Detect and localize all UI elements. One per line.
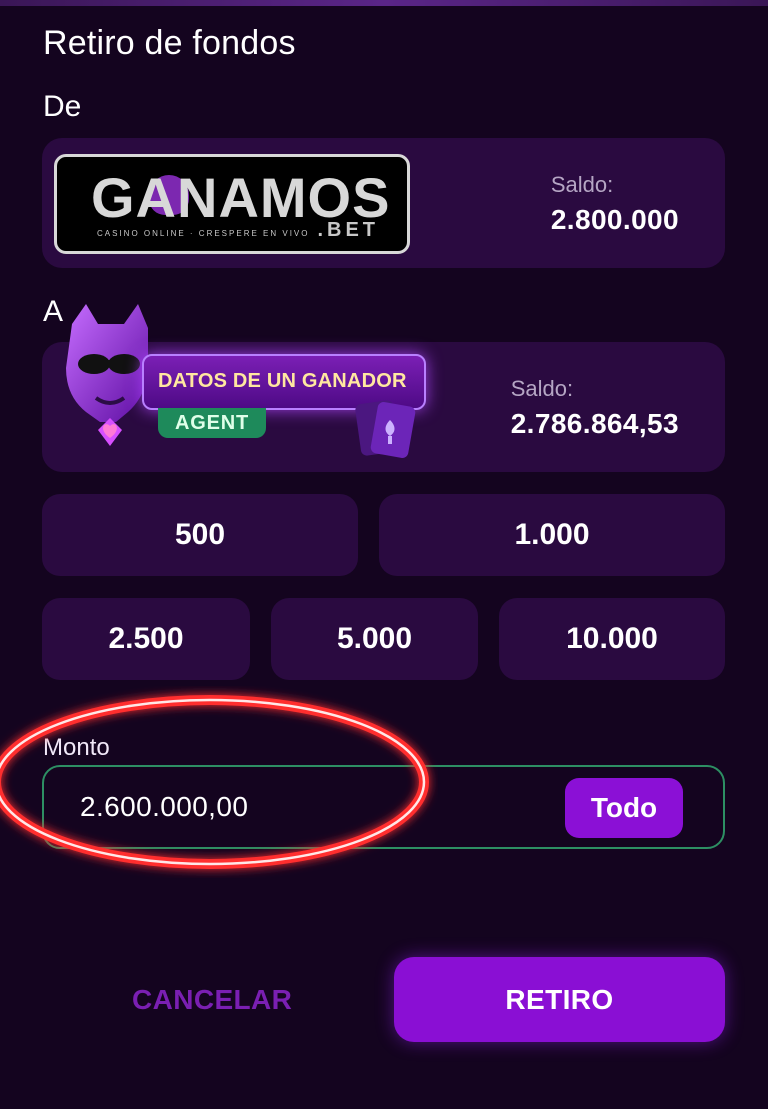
ganamos-logo-subtext: CASINO ONLINE · CRESPERE EN VIVO	[97, 229, 310, 238]
withdraw-button[interactable]: RETIRO	[394, 957, 725, 1042]
agent-logo: DATOS DE UN GANADOR AGENT	[50, 300, 440, 460]
all-amount-button[interactable]: Todo	[565, 778, 683, 838]
ganamos-logo-suffix: .BET	[317, 219, 379, 241]
destination-balance-label: Saldo:	[510, 376, 574, 401]
amount-1000-button[interactable]: 1.000	[379, 494, 725, 576]
destination-balance: Saldo: 2.786.864,53	[511, 376, 679, 440]
source-account-card[interactable]: GANAMOS CASINO ONLINE · CRESPERE EN VIVO…	[42, 138, 725, 268]
page-title: Retiro de fondos	[43, 24, 296, 62]
from-label: De	[43, 90, 82, 123]
agent-pill-text: AGENT	[175, 412, 249, 434]
source-balance: Saldo: 2.800.000	[551, 172, 679, 236]
agent-pill: AGENT	[158, 408, 266, 438]
cards-icon	[355, 400, 416, 458]
amount-label: Monto	[43, 734, 110, 761]
source-balance-value: 2.800.000	[550, 204, 679, 235]
destination-balance-value: 2.786.864,53	[510, 408, 679, 439]
destination-account-card[interactable]: DATOS DE UN GANADOR AGENT Saldo: 2.786.8…	[42, 304, 725, 472]
ganamos-logo: GANAMOS CASINO ONLINE · CRESPERE EN VIVO…	[54, 154, 410, 254]
amount-field[interactable]: 2.600.000,00 Todo	[42, 765, 725, 849]
cancel-button[interactable]: CANCELAR	[132, 984, 292, 1016]
amount-2500-button[interactable]: 2.500	[42, 598, 250, 680]
amount-value[interactable]: 2.600.000,00	[80, 791, 248, 823]
source-balance-label: Saldo:	[550, 172, 614, 197]
agent-banner-text: DATOS DE UN GANADOR	[158, 370, 407, 392]
amount-500-button[interactable]: 500	[42, 494, 358, 576]
amount-10000-button[interactable]: 10.000	[499, 598, 725, 680]
top-divider	[0, 0, 768, 6]
amount-5000-button[interactable]: 5.000	[271, 598, 478, 680]
